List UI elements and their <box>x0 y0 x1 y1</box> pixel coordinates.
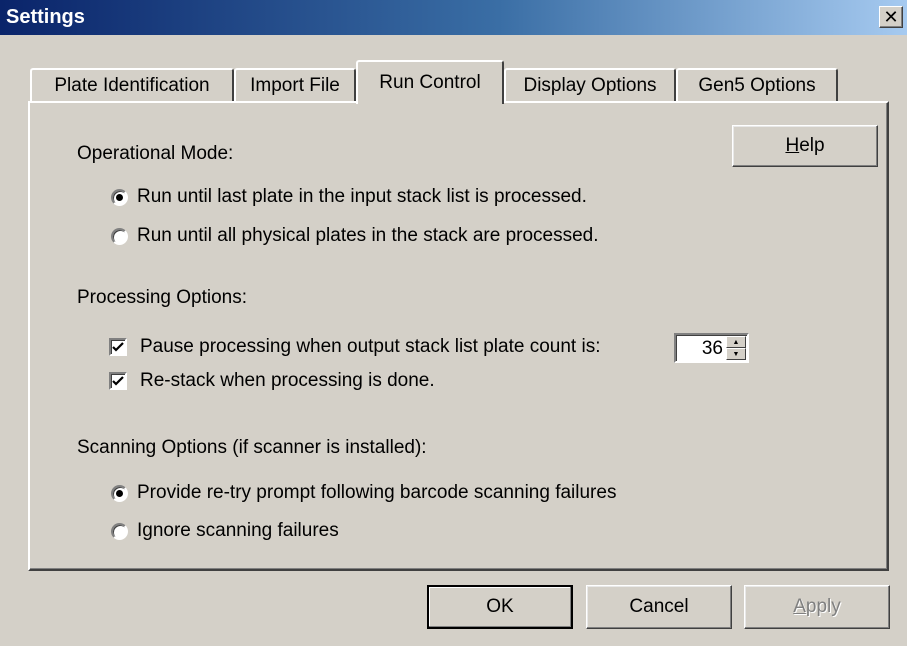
cancel-button-label: Cancel <box>629 596 689 617</box>
checkmark-icon <box>112 342 124 352</box>
pause-processing-option[interactable]: Pause processing when output stack list … <box>109 336 600 358</box>
stepper-buttons: ▲ ▼ <box>726 336 746 360</box>
op-mode-option-1-label: Run until last plate in the input stack … <box>137 186 587 207</box>
tab-plate-identification[interactable]: Plate Identification <box>30 68 234 102</box>
operational-mode-heading: Operational Mode: <box>77 143 234 164</box>
scan-option-retry-label: Provide re-try prompt following barcode … <box>137 482 617 503</box>
cancel-button[interactable]: Cancel <box>586 585 732 629</box>
scan-option-ignore-label: Ignore scanning failures <box>137 520 339 541</box>
pause-processing-label: Pause processing when output stack list … <box>140 336 601 357</box>
tab-label: Display Options <box>523 75 657 96</box>
op-mode-option-2[interactable]: Run until all physical plates in the sta… <box>111 225 599 247</box>
ok-button-label: OK <box>486 596 514 617</box>
tab-display-options[interactable]: Display Options <box>504 68 676 102</box>
tab-gen5-options[interactable]: Gen5 Options <box>676 68 838 102</box>
scan-option-ignore[interactable]: Ignore scanning failures <box>111 520 339 542</box>
radio-button[interactable] <box>111 522 128 540</box>
arrow-up-icon: ▲ <box>732 338 740 346</box>
restack-label: Re-stack when processing is done. <box>140 370 435 391</box>
op-mode-option-2-label: Run until all physical plates in the sta… <box>137 225 599 246</box>
plate-count-stepper[interactable]: 36 ▲ ▼ <box>674 333 749 363</box>
tab-label: Import File <box>250 75 340 96</box>
tab-label: Plate Identification <box>54 75 210 96</box>
radio-button[interactable] <box>111 227 128 245</box>
apply-button-label: Apply <box>793 596 841 617</box>
tab-label: Gen5 Options <box>698 75 816 96</box>
title-bar[interactable]: Settings ✕ <box>0 0 907 35</box>
help-button-label: Help <box>785 135 825 156</box>
ok-button[interactable]: OK <box>427 585 573 629</box>
stepper-down-button[interactable]: ▼ <box>726 348 746 360</box>
stepper-up-button[interactable]: ▲ <box>726 336 746 348</box>
processing-options-heading: Processing Options: <box>77 287 248 308</box>
restack-checkbox[interactable] <box>109 372 127 390</box>
restack-option[interactable]: Re-stack when processing is done. <box>109 370 435 392</box>
plate-count-value[interactable]: 36 <box>702 338 723 360</box>
pause-checkbox[interactable] <box>109 338 127 356</box>
close-icon: ✕ <box>883 7 899 27</box>
radio-button-selected[interactable] <box>111 188 128 206</box>
radio-button-selected[interactable] <box>111 484 128 502</box>
tab-import-file[interactable]: Import File <box>234 68 356 102</box>
apply-button[interactable]: Apply <box>744 585 890 629</box>
help-button[interactable]: Help <box>732 125 878 167</box>
checkmark-icon <box>112 376 124 386</box>
arrow-down-icon: ▼ <box>732 350 740 358</box>
scanning-options-heading: Scanning Options (if scanner is installe… <box>77 437 427 458</box>
window-title: Settings <box>6 6 85 28</box>
tab-run-control[interactable]: Run Control <box>356 60 504 104</box>
close-button[interactable]: ✕ <box>879 6 903 28</box>
scan-option-retry[interactable]: Provide re-try prompt following barcode … <box>111 482 616 504</box>
op-mode-option-1[interactable]: Run until last plate in the input stack … <box>111 186 587 208</box>
tab-label: Run Control <box>379 72 481 93</box>
